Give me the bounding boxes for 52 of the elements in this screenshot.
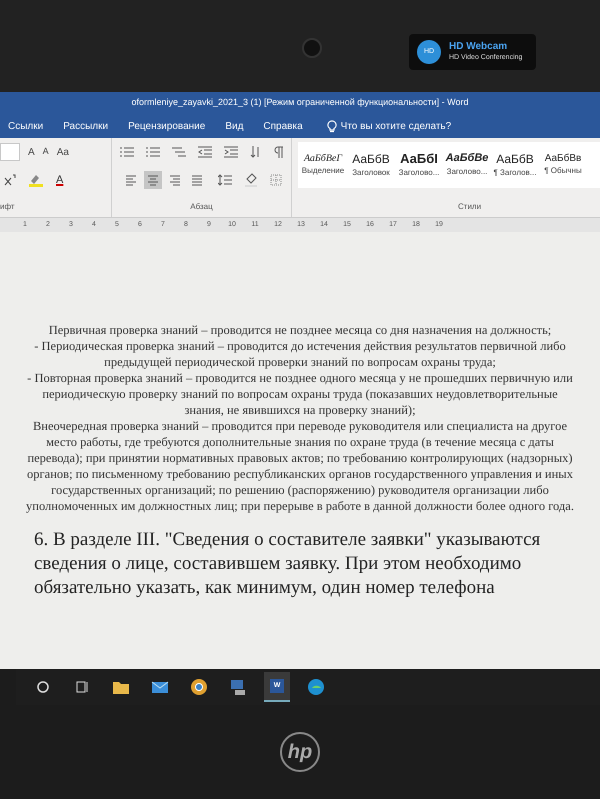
highlighter-icon[interactable] [28,173,44,187]
font-size-field[interactable] [0,143,20,161]
change-case-button[interactable]: Aa [56,144,69,160]
style-name: ¶ Обычны [544,165,582,178]
bullet-list-icon[interactable] [120,146,134,158]
style-sample[interactable]: АаБбВ [352,152,390,166]
font-color-button[interactable]: A [56,172,64,188]
shrink-font-button[interactable]: A [42,145,49,159]
sort-icon[interactable] [250,146,262,158]
style-name: Заголовок [352,166,390,178]
paint-bucket-icon[interactable] [244,173,258,187]
increase-indent-icon[interactable] [224,146,238,158]
lightbulb-icon [326,120,337,132]
line-spacing-icon[interactable] [218,174,232,186]
style-name: Выделение [302,165,344,178]
align-center-button[interactable] [144,171,162,189]
ribbon-tab[interactable]: Рассылки [59,118,112,134]
style-name: Заголово... [398,167,440,180]
style-name: ¶ Заголов... [494,166,536,178]
multilevel-list-icon[interactable] [172,146,186,158]
borders-icon[interactable] [270,174,282,186]
body-paragraph: Первичная проверка знаний – проводится не позднее месяца со дня назначения на должность; [48,322,552,338]
body-paragraph: - Повторная проверка знаний – проводится не позднее одного месяца у не прошедших первичную или периодическую проверку знаний по вопросам охраны труда (показавших неудовлетворительные знания, не явившихся на проверку знаний); [26,370,574,418]
ribbon-tab[interactable]: Рецензирование [124,118,210,134]
brand-logo: hp [280,732,320,772]
style-sample[interactable]: АаБбI [400,150,438,168]
style-name: Заголово... [446,166,488,178]
tell-me-field[interactable]: Что вы хотите сделать? [340,118,481,134]
heading-paragraph: 6. В разделе III. "Сведения о составителе заявки" указываются сведения о лице, составившем заявку. При этом необходимо обязательно указать, как минимум, один номер телефона [33,528,542,600]
group-label: Абзац [190,201,213,213]
ribbon-tab[interactable]: Вид [221,118,248,134]
text-lines-icon [124,174,136,186]
body-paragraph: - Периодическая проверка знаний – проводится до истечения действия результатов первичной либо предыдущей периодической проверки знаний по вопросам охраны труда; [33,338,567,370]
webcam-lens-icon [302,38,322,58]
pilcrow-icon[interactable] [274,146,284,158]
group-label: Стили [458,201,482,213]
style-sample[interactable]: АаБбВе [446,152,488,166]
style-sample[interactable]: АаБбВ [496,152,534,166]
badge-title: HD Webcam [449,41,508,54]
group-label: ифт [0,201,16,213]
ribbon-tab[interactable]: Ссылки [4,118,48,134]
ribbon-tab[interactable]: Справка [259,118,307,134]
style-sample[interactable]: АаБбВеГ [304,152,342,166]
text-lines-icon [190,174,202,186]
superscript-icon[interactable] [4,174,16,186]
grow-font-button[interactable]: A [28,144,35,160]
text-lines-icon [168,174,180,186]
style-sample[interactable]: АаБбВв [544,152,582,166]
text-lines-icon [146,174,158,186]
body-paragraph: Внеочередная проверка знаний – проводится при переводе руководителя или специалиста на другое место работы, где требуются дополнительные знания по охране труда (в течение месяца с даты перевода); при принятии нормативных правовых актов; по требованию контролирующих (надзорных) органов; по письменному требованию республиканских органов государственного управления и иных государственных организаций; по решению (распоряжению) руководителя организации либо уполномоченных им должностных лиц; при перерыве в работе в данной должности более одного года. [25,418,575,514]
decrease-indent-icon[interactable] [198,146,212,158]
window-title: oformleniye_zayavki_2021_3 (1) [Режим ограниченной функциональности] - Word [131,96,469,110]
